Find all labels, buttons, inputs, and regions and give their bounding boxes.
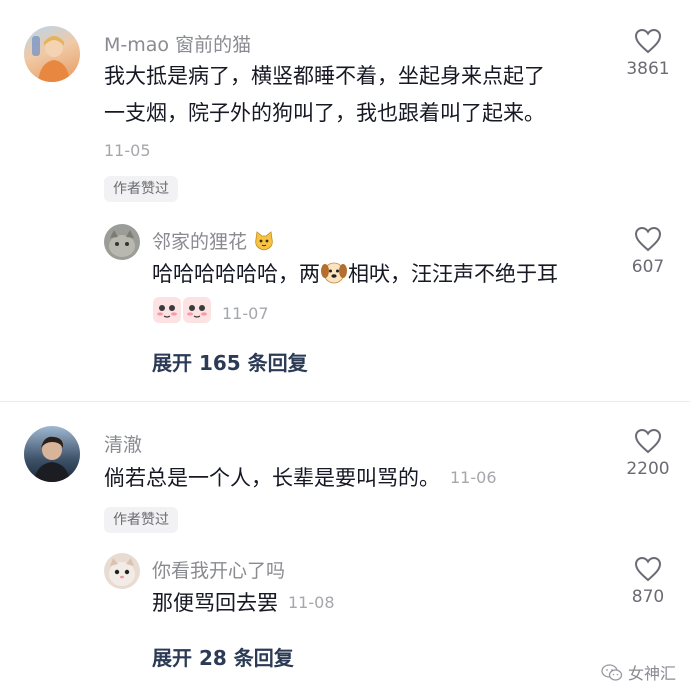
wechat-icon — [601, 664, 623, 681]
reply-text: 那便骂回去罢 11-08 — [152, 585, 335, 621]
sticker-icon — [153, 297, 181, 323]
like-button[interactable]: 2200 — [613, 428, 683, 479]
expand-replies-button[interactable]: 展开 165 条回复 — [152, 347, 308, 376]
reply-text-part: 哈哈哈哈哈哈，两 — [152, 262, 320, 286]
like-count: 607 — [631, 257, 665, 277]
divider — [0, 401, 690, 402]
author-liked-badge: 作者赞过 — [104, 507, 178, 533]
comment-username[interactable]: M-mao 窗前的猫 — [104, 30, 251, 57]
reply-text: 哈哈哈哈哈哈，两 相吠，汪汪声不绝于耳 — [152, 256, 558, 292]
sticker-icon — [183, 297, 211, 323]
like-count: 870 — [631, 587, 665, 607]
comment-username[interactable]: 清澈 — [104, 430, 142, 457]
watermark: 女神汇 — [601, 660, 676, 684]
heart-icon — [634, 28, 662, 54]
expand-replies-button[interactable]: 展开 28 条回复 — [152, 642, 294, 671]
avatar-cat-icon — [109, 230, 135, 257]
comment-text-content: 倘若总是一个人，长辈是要叫骂的。 — [104, 466, 440, 490]
heart-icon — [634, 556, 662, 582]
like-count: 2200 — [626, 459, 670, 479]
avatar[interactable] — [24, 26, 80, 82]
author-liked-badge: 作者赞过 — [104, 176, 178, 202]
comment-text-line: 一支烟，院子外的狗叫了，我也跟着叫了起来。 — [104, 101, 545, 125]
heart-icon — [634, 428, 662, 454]
reply-date: 11-07 — [222, 304, 269, 323]
reply-text-content: 那便骂回去罢 — [152, 591, 278, 615]
avatar-portrait-icon — [34, 436, 70, 482]
reply-date: 11-08 — [288, 593, 335, 612]
watermark-text: 女神汇 — [627, 664, 676, 683]
heart-icon — [634, 226, 662, 252]
avatar[interactable] — [104, 224, 140, 260]
comment-date: 11-05 — [104, 141, 151, 160]
reply-text-part: 相吠，汪汪声不绝于耳 — [348, 262, 558, 286]
reply-username-text[interactable]: 邻家的狸花 — [152, 231, 247, 253]
like-button[interactable]: 3861 — [613, 28, 683, 79]
avatar-cat-icon — [109, 558, 135, 586]
reply-meta: 11-07 — [152, 295, 269, 325]
like-button[interactable]: 607 — [613, 226, 683, 277]
cat-face-emoji-icon — [255, 231, 273, 251]
dog-face-emoji-icon — [321, 262, 347, 284]
like-count: 3861 — [626, 59, 670, 79]
comment-text-line: 我大抵是病了，横竖都睡不着，坐起身来点起了 — [104, 64, 545, 88]
reply-username[interactable]: 邻家的狸花 — [152, 227, 275, 254]
comment-date: 11-06 — [450, 468, 497, 487]
reply-username[interactable]: 你看我开心了吗 — [152, 556, 285, 583]
like-button[interactable]: 870 — [613, 556, 683, 607]
avatar[interactable] — [24, 426, 80, 482]
comment-text: 倘若总是一个人，长辈是要叫骂的。 11-06 — [104, 460, 497, 496]
avatar[interactable] — [104, 553, 140, 589]
avatar-portrait-icon — [32, 36, 70, 82]
